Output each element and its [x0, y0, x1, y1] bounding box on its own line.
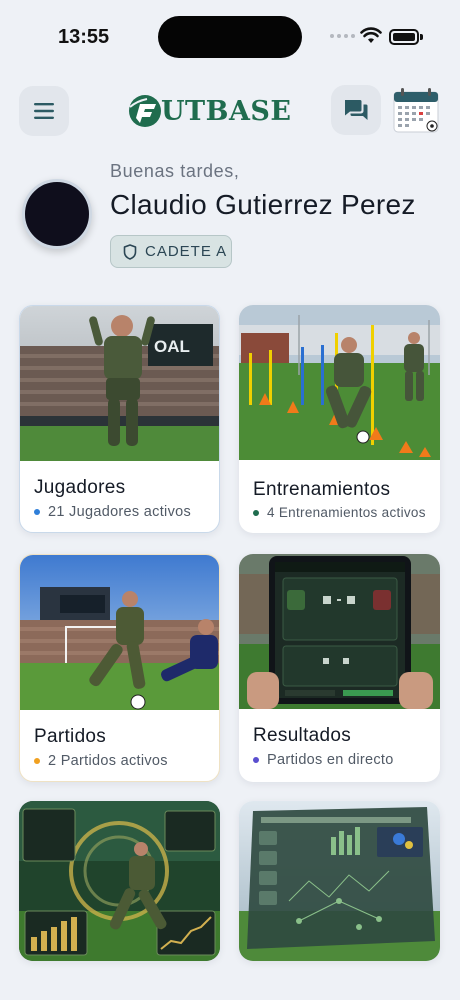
menu-icon [34, 103, 54, 119]
status-time: 13:55 [58, 26, 110, 48]
card-resultados[interactable]: Resultados Partidos en directo [239, 554, 440, 782]
menu-button[interactable] [19, 86, 69, 136]
training-image [239, 305, 440, 460]
card-subtitle: Partidos en directo [253, 752, 394, 768]
card-jugadores[interactable]: OAL Jugadores 21 Jugadores activos [19, 305, 220, 533]
card-partidos[interactable]: Partidos 2 Partidos activos [19, 554, 220, 782]
status-dot [253, 509, 259, 516]
card-subtitle-text: 4 Entrenamientos activos [267, 505, 426, 520]
app-logo: UTBASE [127, 92, 292, 130]
calendar-icon[interactable] [392, 86, 440, 134]
card-title: Jugadores [34, 477, 126, 498]
dynamic-island [158, 16, 302, 58]
status-dot [34, 758, 40, 764]
card-player-report[interactable] [19, 801, 220, 961]
status-bar: 13:55 [0, 0, 460, 70]
card-title: Partidos [34, 726, 107, 747]
card-title: Entrenamientos [253, 479, 391, 500]
card-subtitle-text: 21 Jugadores activos [48, 504, 192, 520]
match-image [20, 555, 219, 710]
shield-icon [123, 243, 137, 260]
avatar[interactable] [22, 179, 92, 249]
card-subtitle: 2 Partidos activos [34, 753, 168, 769]
card-subtitle: 4 Entrenamientos activos [253, 505, 426, 520]
card-subtitle: 21 Jugadores activos [34, 504, 191, 520]
card-subtitle-text: Partidos en directo [267, 752, 394, 768]
card-entrenamientos[interactable]: Entrenamientos 4 Entrenamientos activos [239, 305, 440, 533]
logo-mark-icon [129, 95, 161, 127]
wifi-icon [360, 27, 382, 43]
category-label: CADETE A [145, 243, 228, 260]
svg-text:OAL: OAL [154, 337, 190, 356]
user-name: Claudio Gutierrez Perez [110, 189, 416, 220]
card-subtitle-text: 2 Partidos activos [48, 753, 168, 769]
category-badge[interactable]: CADETE A [110, 235, 232, 268]
greeting-text: Buenas tardes, [110, 161, 240, 181]
card-management-system[interactable] [239, 801, 440, 961]
battery-icon [389, 29, 419, 45]
results-tablet-image [239, 554, 440, 709]
status-dot [34, 509, 40, 515]
status-dot [253, 757, 259, 763]
signal-icon [330, 34, 355, 38]
player-report-image [19, 801, 220, 961]
logo-text: UTBASE [161, 95, 292, 127]
players-image: OAL [20, 306, 219, 461]
chat-button[interactable] [331, 85, 381, 135]
management-dashboard-image [239, 801, 440, 961]
card-title: Resultados [253, 725, 352, 746]
chat-icon [345, 100, 368, 120]
